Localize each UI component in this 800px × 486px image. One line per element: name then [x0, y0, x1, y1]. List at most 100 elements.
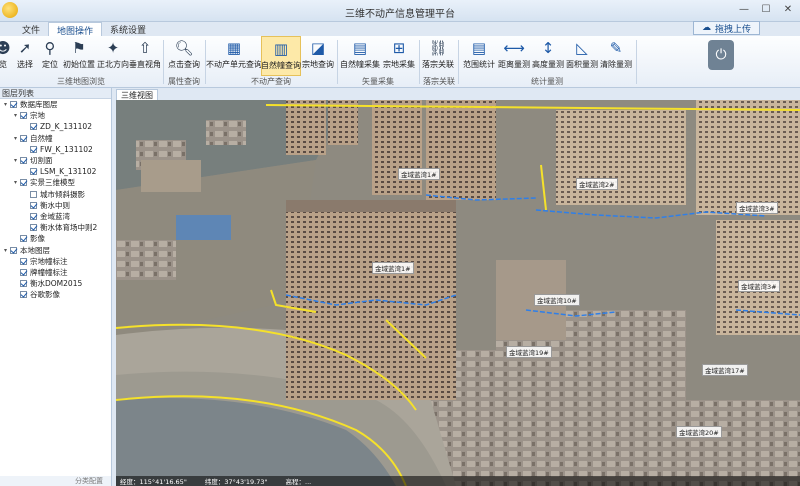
ribbon-button-select[interactable]: ➚ 选择 — [12, 36, 38, 76]
layer-checkbox[interactable] — [30, 201, 37, 209]
layer-checkbox[interactable] — [20, 134, 27, 142]
plugin-icon[interactable]: ⏻ — [708, 40, 734, 70]
layer-item[interactable]: 金域蓝湾 — [0, 211, 111, 222]
layer-item[interactable]: 谷歌影像 — [0, 289, 111, 300]
expander-icon[interactable]: ▾ — [12, 112, 19, 119]
building-label[interactable]: 金域蓝湾1# — [372, 262, 414, 274]
layer-item[interactable]: ▾ 实景三维模型 — [0, 177, 111, 188]
tab-file[interactable]: 文件 — [14, 22, 48, 36]
ribbon-button-area[interactable]: ◺ 面积量测 — [565, 36, 599, 76]
layer-checkbox[interactable] — [10, 246, 17, 254]
ribbon-button-locate[interactable]: ⚲ 定位 — [38, 36, 62, 76]
layer-item[interactable]: FW_K_131102 — [0, 144, 111, 155]
layer-item[interactable]: 牌幢幢标注 — [0, 267, 111, 278]
layer-checkbox[interactable] — [20, 179, 27, 187]
ribbon-button-building-collect[interactable]: ▤ 自然幢采集 — [340, 36, 380, 76]
layer-checkbox[interactable] — [20, 257, 27, 265]
ribbon-button-clear[interactable]: ✎ 清除量测 — [599, 36, 633, 76]
expander-icon[interactable]: ▾ — [12, 157, 19, 164]
ribbon-label: 垂直视角 — [129, 60, 161, 69]
layer-checkbox[interactable] — [20, 280, 27, 288]
ribbon-button-building-query[interactable]: ▥ 自然幢查询 — [261, 36, 301, 76]
layer-panel-footer[interactable]: 分类配置 — [0, 476, 111, 486]
layer-checkbox[interactable] — [30, 123, 37, 131]
close-icon[interactable]: ✕ — [780, 2, 796, 16]
layer-checkbox[interactable] — [20, 235, 27, 243]
ribbon-label: 高度量测 — [532, 60, 564, 69]
layer-checkbox[interactable] — [30, 145, 37, 153]
building-search-icon: ▦ — [226, 39, 242, 57]
map-3d-view[interactable]: 金域蓝湾1# 金域蓝湾2# 金域蓝湾3# 金域蓝湾1# 金域蓝湾3# 金域蓝湾1… — [116, 100, 800, 486]
ribbon-button-browse[interactable]: ☻ 览 — [0, 36, 11, 76]
expander-icon[interactable]: ▾ — [12, 135, 19, 142]
building-label[interactable]: 金域蓝湾19# — [506, 346, 552, 358]
ribbon-button-click-query[interactable]: 🔍︎ 点击查询 — [166, 36, 202, 76]
layer-item[interactable]: ▾ 切割面 — [0, 155, 111, 166]
layer-item[interactable]: 衡水中则 — [0, 200, 111, 211]
ribbon-button-parcel-collect[interactable]: ⊞ 宗地采集 — [381, 36, 417, 76]
ribbon-button-distance[interactable]: ⟷ 距离量测 — [497, 36, 531, 76]
ribbon-button-range-stat[interactable]: ▤ 范围统计 — [461, 36, 497, 76]
title-bar: 三维不动产信息管理平台 — ☐ ✕ — [0, 0, 800, 22]
layer-checkbox[interactable] — [20, 268, 27, 276]
layer-item[interactable]: 衡水DOM2015 — [0, 278, 111, 289]
link-icon: ⛓ — [428, 39, 448, 57]
layer-checkbox[interactable] — [10, 101, 17, 109]
layer-label: 宗地 — [30, 111, 45, 121]
layer-label: 实景三维模型 — [30, 178, 75, 188]
layer-item[interactable]: 衡水体育场中则2 — [0, 222, 111, 233]
building-label[interactable]: 金域蓝湾20# — [676, 426, 722, 438]
group-label-attribute-query: 属性查询 — [168, 77, 200, 86]
building-label[interactable]: 金域蓝湾10# — [534, 294, 580, 306]
ribbon-label: 距离量测 — [498, 60, 530, 69]
layer-item[interactable]: ▾ 自然幢 — [0, 133, 111, 144]
layer-item[interactable]: ZD_K_131102 — [0, 121, 111, 132]
ribbon-button-link[interactable]: ⛓ 落宗关联 — [421, 36, 455, 76]
building-label[interactable]: 金域蓝湾17# — [702, 364, 748, 376]
group-label-statistics: 统计量测 — [531, 77, 563, 86]
layer-checkbox[interactable] — [30, 224, 37, 232]
layer-checkbox[interactable] — [20, 291, 27, 299]
ribbon-button-north[interactable]: ✦ 正北方向 — [96, 36, 130, 76]
layer-checkbox[interactable] — [20, 112, 27, 120]
layer-item[interactable]: 城市倾斜摄影 — [0, 189, 111, 200]
layer-item[interactable]: LSM_K_131102 — [0, 166, 111, 177]
ribbon-button-unit-query[interactable]: ▦ 不动产单元查询 — [206, 36, 262, 76]
layer-label: 牌幢幢标注 — [30, 267, 68, 277]
ribbon-label: 面积量测 — [566, 60, 598, 69]
ribbon-button-initial-position[interactable]: ⚑ 初始位置 — [62, 36, 96, 76]
building-label[interactable]: 金域蓝湾2# — [576, 178, 618, 190]
layer-checkbox[interactable] — [30, 190, 37, 198]
drag-upload-button[interactable]: ☁ 拖拽上传 — [692, 21, 760, 35]
building-label[interactable]: 金域蓝湾3# — [736, 202, 778, 214]
tab-map-operation[interactable]: 地图操作 — [48, 22, 103, 37]
map-status-bar: 经度：115°41'16.65" 纬度：37°43'19.73" 高程：... — [116, 476, 800, 486]
parcel-add-icon: ⊞ — [392, 39, 406, 57]
ribbon-label: 范围统计 — [463, 60, 495, 69]
layer-item[interactable]: ▾ 数据库图层 — [0, 99, 111, 110]
map-view-tab[interactable]: 三维视图 — [116, 89, 158, 100]
ribbon-button-height[interactable]: ↕ 高度量测 — [531, 36, 565, 76]
minimize-icon[interactable]: — — [736, 2, 752, 16]
maximize-icon[interactable]: ☐ — [758, 2, 774, 16]
expander-icon[interactable]: ▾ — [2, 247, 9, 254]
building-label[interactable]: 金域蓝湾3# — [738, 280, 780, 292]
building-label[interactable]: 金域蓝湾1# — [398, 168, 440, 180]
ribbon-label: 正北方向 — [97, 60, 129, 69]
layer-checkbox[interactable] — [20, 157, 27, 165]
group-label-vector-collect: 矢量采集 — [362, 77, 394, 86]
layer-checkbox[interactable] — [30, 168, 37, 176]
layer-item[interactable]: 宗地幢标注 — [0, 256, 111, 267]
tab-system-settings[interactable]: 系统设置 — [102, 22, 154, 36]
layer-item[interactable]: ▾ 本地图层 — [0, 244, 111, 255]
expander-icon[interactable]: ▾ — [12, 179, 19, 186]
layer-item[interactable]: 影像 — [0, 233, 111, 244]
expander-icon[interactable]: ▾ — [2, 101, 9, 108]
layer-label: 影像 — [30, 234, 45, 244]
layer-checkbox[interactable] — [30, 212, 37, 220]
building-collect-icon: ▤ — [352, 39, 368, 57]
layer-item[interactable]: ▾ 宗地 — [0, 110, 111, 121]
ribbon-button-parcel-query[interactable]: ◪ 宗地查询 — [302, 36, 334, 76]
ribbon-button-vertical-view[interactable]: ⇧ 垂直视角 — [129, 36, 161, 76]
layer-label: 切割面 — [30, 156, 53, 166]
